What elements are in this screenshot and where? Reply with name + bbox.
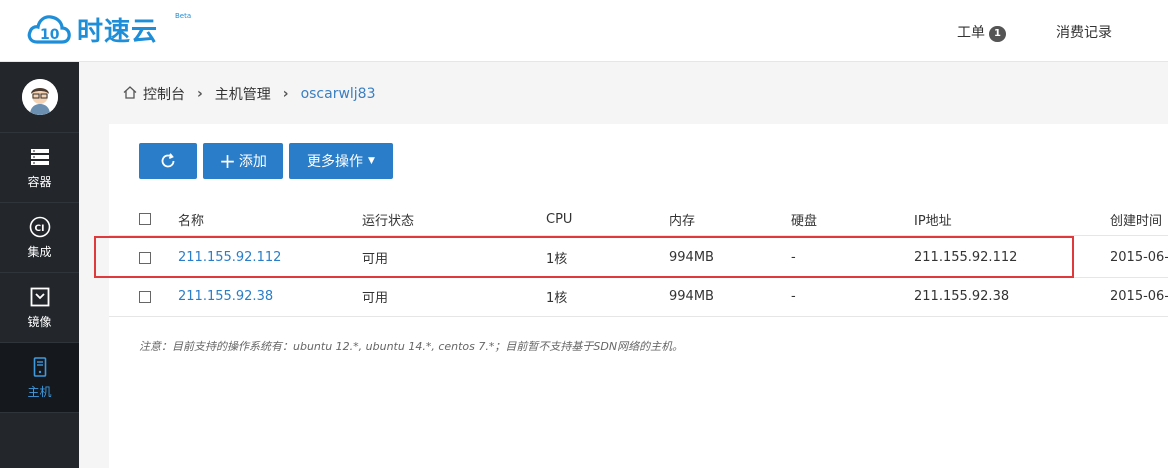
plus-icon: + [219,149,236,173]
host-created: 2015-06- [1110,289,1168,304]
top-bar: 10 时速云 Beta 工单 1 消费记录 [0,0,1168,62]
sidebar-item-hosts[interactable]: 主机 [0,343,79,413]
brand-name: 时速云 [77,16,159,47]
sidebar-item-label: 容器 [27,174,52,189]
host-ip: 211.155.92.38 [914,289,1010,304]
host-panel: + 添加 更多操作 ▼ 名称 运行状态 CPU 内存 硬盘 IP地址 创建时间 … [109,124,1168,468]
chevron-right-icon: › [197,86,203,102]
avatar[interactable] [21,79,58,115]
host-icon [33,356,47,378]
svg-text:CI: CI [34,224,44,234]
breadcrumb-host-management[interactable]: 主机管理 [215,84,271,104]
beta-label: Beta [175,12,192,20]
add-button-label: 添加 [238,154,267,170]
breadcrumb-console[interactable]: 控制台 [143,84,185,104]
host-name-link[interactable]: 211.155.92.38 [178,277,273,316]
table-header: 名称 运行状态 CPU 内存 硬盘 IP地址 创建时间 [109,203,1168,236]
sidebar-item-images[interactable]: 镜像 [0,273,79,343]
tickets-label: 工单 [957,25,985,41]
os-support-note: 注意：目前支持的操作系统有：ubuntu 12.*, ubuntu 14.*, … [139,340,684,353]
more-actions-dropdown[interactable]: 更多操作 ▼ [289,143,393,179]
chevron-right-icon: › [282,86,289,102]
more-actions-label: 更多操作 [307,154,364,170]
column-header-name[interactable]: 名称 [178,203,204,235]
sidebar-item-label: 主机 [27,384,52,399]
sidebar-item-label: 集成 [27,244,52,259]
host-cpu: 1核 [546,291,568,306]
image-box-icon [30,286,50,308]
tickets-link[interactable]: 工单 1 [957,22,1006,42]
home-icon [123,85,137,103]
host-created: 2015-06- [1110,250,1168,265]
tickets-count-badge: 1 [989,26,1006,42]
svg-text:10: 10 [40,27,60,43]
user-avatar-icon [21,79,58,115]
refresh-button[interactable] [139,143,197,179]
add-button[interactable]: + 添加 [203,143,283,179]
cloud-logo-icon: 10 [27,15,71,44]
host-status: 可用 [362,291,389,306]
server-stack-icon [30,146,50,168]
logo[interactable]: 10 时速云 Beta [27,9,191,49]
column-header-ip[interactable]: IP地址 [914,203,952,235]
host-disk: - [791,289,796,304]
row-checkbox[interactable] [139,290,151,303]
billing-link[interactable]: 消费记录 [1056,22,1112,42]
ci-icon: CI [29,216,51,238]
refresh-icon [161,153,175,168]
column-header-cpu[interactable]: CPU [546,203,572,235]
sidebar-item-containers[interactable]: 容器 [0,133,79,203]
host-memory: 994MB [669,289,714,304]
column-header-disk[interactable]: 硬盘 [791,203,817,235]
avatar-area [0,62,79,133]
caret-down-icon: ▼ [368,156,375,166]
table-row[interactable]: 211.155.92.38 可用 1核 994MB - 211.155.92.3… [109,277,1168,317]
breadcrumb: 控制台 › 主机管理 › oscarwlj83 [123,84,376,104]
highlight-box [94,236,1074,278]
breadcrumb-current: oscarwlj83 [300,86,376,102]
column-header-memory[interactable]: 内存 [669,203,695,235]
select-all-checkbox[interactable] [139,213,151,225]
sidebar-item-label: 镜像 [27,314,52,329]
sidebar: 容器 CI 集成 镜像 主机 [0,62,79,468]
column-header-status[interactable]: 运行状态 [362,203,414,235]
column-header-created[interactable]: 创建时间 [1110,203,1162,235]
sidebar-item-ci[interactable]: CI 集成 [0,203,79,273]
